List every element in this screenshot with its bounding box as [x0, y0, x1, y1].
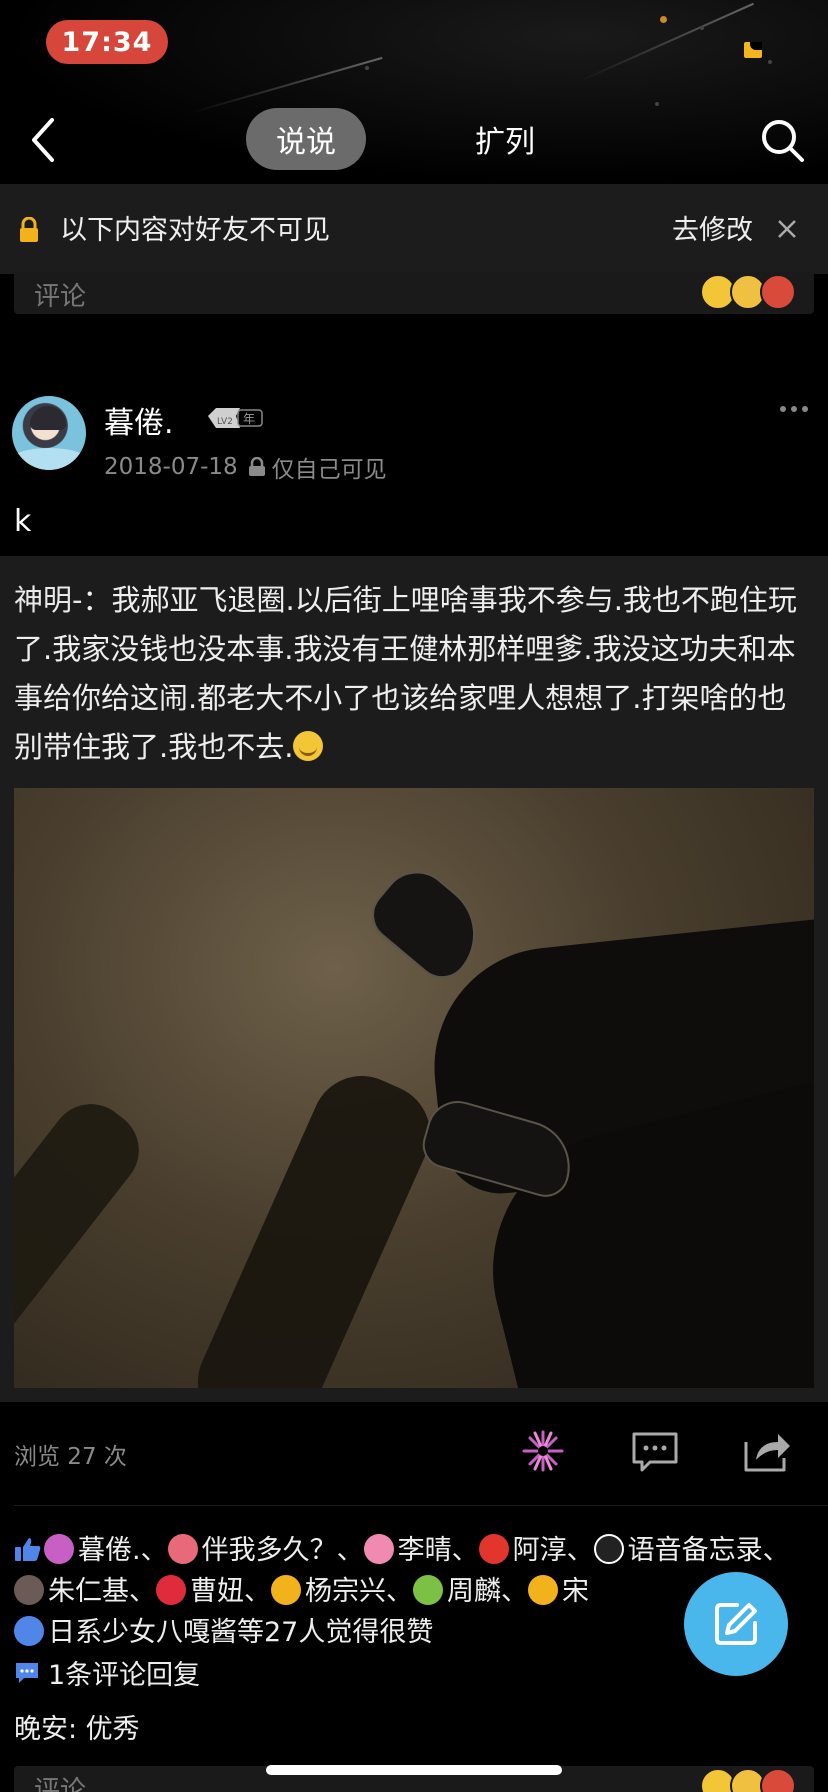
- edit-icon: [715, 1603, 757, 1645]
- comment-placeholder: 评论: [34, 282, 87, 312]
- avatar[interactable]: [12, 396, 86, 470]
- level-badge-icon: LV2 年: [208, 408, 263, 428]
- likes-summary: 等27人觉得很赞: [237, 1617, 434, 1648]
- decor-streak: [189, 56, 383, 114]
- user-badge-icon: [478, 1534, 509, 1564]
- liker-name[interactable]: 阿淳: [513, 1535, 567, 1566]
- notice-edit-link[interactable]: 去修改: [672, 208, 753, 247]
- visibility-notice-bar: 以下内容对好友不可见 去修改: [0, 184, 828, 274]
- swirl-badge-icon: [413, 1575, 443, 1605]
- post-meta: 2018-07-18 仅自己可见: [104, 450, 387, 484]
- compose-button[interactable]: [684, 1572, 788, 1676]
- liker-name[interactable]: 暮倦.: [78, 1535, 141, 1566]
- level-badge-text: LV2: [217, 417, 233, 427]
- chevron-left-icon: [32, 118, 54, 162]
- decor-star: [768, 60, 772, 64]
- share-icon: [744, 1434, 790, 1472]
- forwarded-body: 我郝亚飞退圈.以后街上哩啥事我不参与.我也不跑住玩了.我家没钱也没本事.我没有王…: [14, 583, 797, 764]
- heart-badge-icon: [593, 1534, 624, 1564]
- close-icon[interactable]: [776, 218, 798, 240]
- user-badge-icon: [14, 1575, 44, 1605]
- forwarded-separator: ：: [82, 583, 112, 617]
- liker-name[interactable]: 朱仁基: [48, 1576, 129, 1607]
- tab-shuoshuo[interactable]: 说说: [246, 108, 366, 170]
- comment-icon: [16, 1662, 38, 1683]
- top-header: 17:34 说说 扩列: [0, 0, 828, 184]
- crown-badge-icon: [528, 1575, 558, 1605]
- smile-emoji-icon: [293, 731, 324, 761]
- liker-name[interactable]: 伴我多久？: [202, 1535, 337, 1566]
- more-options-button[interactable]: [780, 406, 808, 416]
- decor-streak: [579, 2, 754, 82]
- decor-star: [365, 66, 369, 70]
- liker-name[interactable]: 宋: [562, 1576, 589, 1607]
- comment-placeholder: 评论: [34, 1776, 87, 1792]
- search-icon: [762, 120, 804, 162]
- decor-star: [660, 16, 667, 23]
- like-button[interactable]: [518, 1428, 568, 1474]
- status-time: 17:34: [46, 20, 168, 64]
- comment-count-row[interactable]: 1条评论回复: [14, 1653, 200, 1692]
- quick-emoji-row[interactable]: [700, 1768, 796, 1792]
- umbrella-badge-icon: [271, 1575, 301, 1605]
- post-date: 2018-07-18: [104, 454, 238, 480]
- quick-emoji-row[interactable]: [700, 274, 796, 310]
- decor-star: [700, 26, 704, 30]
- post-visibility: 仅自己可见: [271, 457, 387, 483]
- post-username[interactable]: 暮倦.: [104, 398, 174, 442]
- whale-badge-icon: [14, 1616, 44, 1646]
- comment-button[interactable]: [630, 1428, 680, 1474]
- post-text: k: [14, 504, 32, 539]
- tab-kuolie[interactable]: 扩列: [450, 108, 560, 170]
- liker-name[interactable]: 杨宗兴: [305, 1576, 386, 1607]
- view-count: 浏览 27 次: [14, 1444, 127, 1470]
- comment-count: 1条评论回复: [48, 1660, 201, 1691]
- back-button[interactable]: [24, 114, 64, 166]
- lips-badge-icon: [156, 1575, 186, 1605]
- firework-like-icon: [522, 1430, 564, 1472]
- liker-name[interactable]: 语音备忘录: [628, 1535, 763, 1566]
- user-badge-icon: [167, 1534, 198, 1564]
- liker-name[interactable]: 日系少女八嘎酱: [48, 1617, 237, 1648]
- gift-emoji-icon[interactable]: [760, 274, 796, 310]
- liker-name[interactable]: 李晴: [398, 1535, 452, 1566]
- forwarded-content[interactable]: 神明-：我郝亚飞退圈.以后街上哩啥事我不参与.我也不跑住玩了.我家没钱也没本事.…: [0, 556, 828, 1402]
- gift-emoji-icon[interactable]: [760, 1768, 796, 1792]
- home-indicator[interactable]: [266, 1765, 562, 1775]
- lock-icon: [20, 217, 38, 242]
- forwarded-author[interactable]: 神明-: [14, 583, 82, 617]
- year-badge-text: 年: [243, 412, 255, 426]
- user-badge-icon: [363, 1534, 394, 1564]
- decor-star: [655, 102, 659, 106]
- comment-input-bar[interactable]: 评论: [14, 272, 814, 314]
- search-button[interactable]: [758, 116, 808, 166]
- liker-name[interactable]: 曹妞: [190, 1576, 244, 1607]
- user-badge-icon: [44, 1534, 74, 1564]
- share-button[interactable]: [742, 1428, 792, 1474]
- forwarded-text: 神明-：我郝亚飞退圈.以后街上哩啥事我不参与.我也不跑住玩了.我家没钱也没本事.…: [14, 576, 814, 772]
- divider: [14, 1505, 828, 1506]
- post-photo[interactable]: [14, 788, 814, 1388]
- thumbs-up-icon: [15, 1538, 41, 1561]
- lock-icon: [248, 457, 265, 476]
- comment-icon: [632, 1432, 678, 1472]
- status-indicator-icon: [744, 42, 762, 58]
- liker-name[interactable]: 周麟: [447, 1576, 501, 1607]
- notice-text: 以下内容对好友不可见: [60, 215, 330, 246]
- comment-reply[interactable]: 晚安: 优秀: [14, 1707, 140, 1746]
